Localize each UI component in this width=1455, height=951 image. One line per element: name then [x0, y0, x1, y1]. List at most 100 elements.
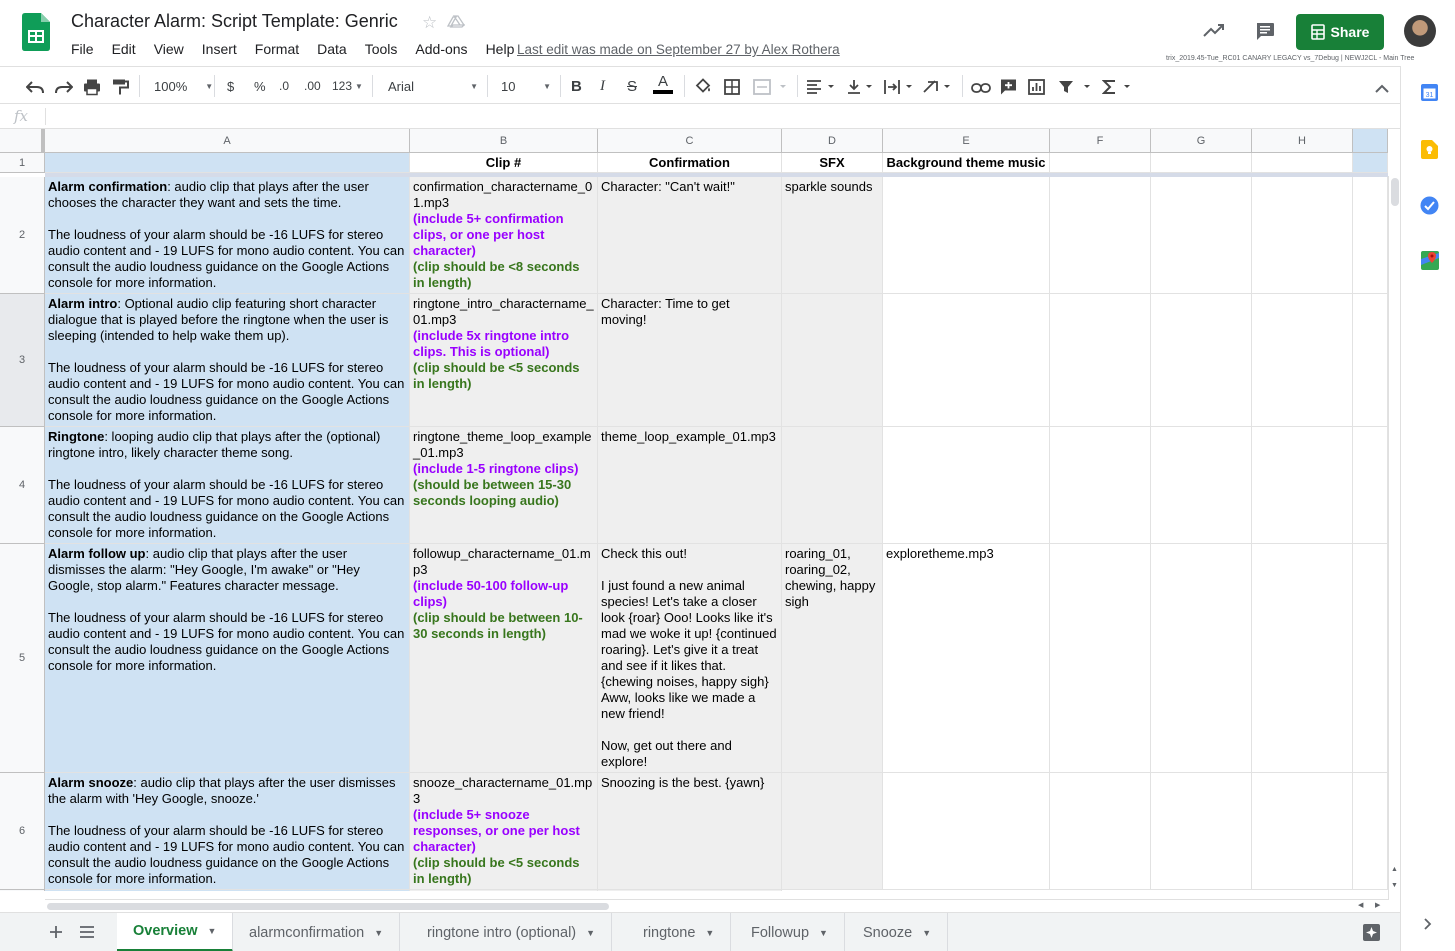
cell-d1[interactable]: SFX: [782, 153, 883, 173]
collapse-toolbar-icon[interactable]: [1375, 79, 1389, 99]
cell-h3[interactable]: [1252, 294, 1353, 427]
functions-icon[interactable]: [1102, 77, 1134, 97]
horizontal-scroll-thumb[interactable]: [47, 903, 609, 910]
row-header-7[interactable]: 7: [0, 890, 45, 891]
format-percent-button[interactable]: %: [254, 76, 266, 96]
cell-g2[interactable]: [1151, 177, 1252, 294]
borders-icon[interactable]: [724, 77, 740, 97]
column-header-h[interactable]: H: [1252, 129, 1353, 153]
expand-side-panel-icon[interactable]: [1424, 918, 1432, 930]
cell-b5[interactable]: followup_charactername_01.mp3 (include 50…: [410, 544, 598, 773]
cell-a1[interactable]: [45, 153, 410, 173]
cell-d2[interactable]: sparkle sounds: [782, 177, 883, 294]
scroll-right-arrow-icon[interactable]: ▶: [1375, 901, 1380, 909]
scroll-left-arrow-icon[interactable]: ◀: [1358, 901, 1363, 909]
cell-c7[interactable]: [598, 890, 782, 891]
chevron-down-icon[interactable]: ▼: [208, 926, 217, 936]
cell-g1[interactable]: [1151, 153, 1252, 173]
menu-help[interactable]: Help: [486, 41, 515, 57]
maps-icon[interactable]: [1421, 251, 1439, 270]
spreadsheet-grid[interactable]: A B C D E F G H 1 Clip # Confirmation SF…: [0, 129, 1388, 891]
sheets-logo-icon[interactable]: [22, 13, 50, 51]
text-rotation-icon[interactable]: [923, 77, 955, 97]
cell-g4[interactable]: [1151, 427, 1252, 544]
format-currency-button[interactable]: $: [227, 76, 234, 96]
insert-chart-icon[interactable]: [1028, 77, 1045, 97]
cell-c4[interactable]: theme_loop_example_01.mp3: [598, 427, 782, 544]
merge-cells-icon[interactable]: [753, 77, 789, 97]
cell-h5[interactable]: [1252, 544, 1353, 773]
menu-add-ons[interactable]: Add-ons: [415, 41, 467, 57]
horizontal-align-icon[interactable]: [806, 77, 838, 97]
row-header-6[interactable]: 6: [0, 773, 45, 890]
cell-g6[interactable]: [1151, 773, 1252, 890]
vertical-scroll-thumb[interactable]: [1391, 178, 1399, 206]
horizontal-scrollbar[interactable]: ◀ ▶: [45, 899, 1388, 912]
column-header-extra[interactable]: [1353, 129, 1388, 153]
increase-decimal-button[interactable]: .00: [304, 76, 321, 96]
vertical-scrollbar[interactable]: ▲ ▼: [1388, 176, 1400, 900]
text-color-button[interactable]: A: [653, 74, 673, 98]
cell-c6[interactable]: Snoozing is the best. {yawn}: [598, 773, 782, 890]
cell-b2[interactable]: confirmation_charactername_01.mp3 (includ…: [410, 177, 598, 294]
cell-b1[interactable]: Clip #: [410, 153, 598, 173]
filter-icon[interactable]: [1058, 77, 1094, 97]
cell-e6[interactable]: [883, 773, 1050, 890]
cell-f1[interactable]: [1050, 153, 1151, 173]
cell-d4[interactable]: [782, 427, 883, 544]
chevron-down-icon[interactable]: ▼: [586, 928, 595, 938]
cell-e4[interactable]: [883, 427, 1050, 544]
cell-d6[interactable]: [782, 773, 883, 890]
column-header-a[interactable]: A: [45, 129, 410, 153]
row-header-5[interactable]: 5: [0, 544, 45, 773]
insert-link-icon[interactable]: [971, 78, 991, 98]
column-header-c[interactable]: C: [598, 129, 782, 153]
font-size-select[interactable]: 10 ▼: [501, 76, 551, 96]
sheet-tab-alarmconfirmation[interactable]: alarmconfirmation ▼: [233, 913, 401, 951]
cell-b4[interactable]: ringtone_theme_loop_example_01.mp3 (inclu…: [410, 427, 598, 544]
chevron-down-icon[interactable]: ▼: [705, 928, 714, 938]
cell-e5[interactable]: exploretheme.mp3: [883, 544, 1050, 773]
menu-data[interactable]: Data: [317, 41, 347, 57]
chevron-down-icon[interactable]: ▼: [922, 928, 931, 938]
sheet-tab-followup[interactable]: Followup ▼: [735, 913, 845, 951]
row-header-1[interactable]: 1: [0, 153, 45, 173]
cell-i3[interactable]: [1353, 294, 1388, 427]
cell-c3[interactable]: Character: Time to get moving!: [598, 294, 782, 427]
cell-h1[interactable]: [1252, 153, 1353, 173]
column-header-d[interactable]: D: [782, 129, 883, 153]
move-to-folder-icon[interactable]: [447, 13, 466, 34]
sheet-tab-ringtone[interactable]: ringtone ▼: [627, 913, 732, 951]
all-sheets-icon[interactable]: [80, 926, 94, 938]
strikethrough-button[interactable]: S: [627, 76, 637, 96]
font-family-select[interactable]: Arial ▼: [388, 76, 478, 96]
cell-h4[interactable]: [1252, 427, 1353, 544]
zoom-select[interactable]: 100% ▼: [154, 76, 213, 96]
cell-i2[interactable]: [1353, 177, 1388, 294]
italic-button[interactable]: I: [600, 76, 605, 96]
paint-format-icon[interactable]: [112, 77, 129, 97]
row-header-4[interactable]: 4: [0, 427, 45, 544]
cell-f4[interactable]: [1050, 427, 1151, 544]
cell-f6[interactable]: [1050, 773, 1151, 890]
tasks-icon[interactable]: [1420, 196, 1439, 215]
cell-h6[interactable]: [1252, 773, 1353, 890]
menu-tools[interactable]: Tools: [365, 41, 398, 57]
select-all-corner[interactable]: [0, 129, 45, 153]
cell-a5[interactable]: Alarm follow up: audio clip that plays a…: [45, 544, 410, 773]
cell-d5[interactable]: roaring_01, roaring_02, chewing, happy s…: [782, 544, 883, 773]
keep-icon[interactable]: [1421, 140, 1438, 159]
column-header-b[interactable]: B: [410, 129, 598, 153]
scroll-up-arrow-icon[interactable]: ▲: [1391, 866, 1398, 873]
cell-e1[interactable]: Background theme music: [883, 153, 1050, 173]
menu-insert[interactable]: Insert: [202, 41, 237, 57]
text-wrapping-icon[interactable]: [884, 77, 916, 97]
insert-comment-icon[interactable]: [1000, 77, 1017, 97]
cell-g3[interactable]: [1151, 294, 1252, 427]
cell-i5[interactable]: [1353, 544, 1388, 773]
formula-bar[interactable]: fx: [0, 104, 1400, 129]
calendar-icon[interactable]: 31: [1421, 84, 1438, 101]
cell-i4[interactable]: [1353, 427, 1388, 544]
redo-icon[interactable]: [55, 77, 73, 97]
comments-icon[interactable]: [1255, 22, 1275, 41]
